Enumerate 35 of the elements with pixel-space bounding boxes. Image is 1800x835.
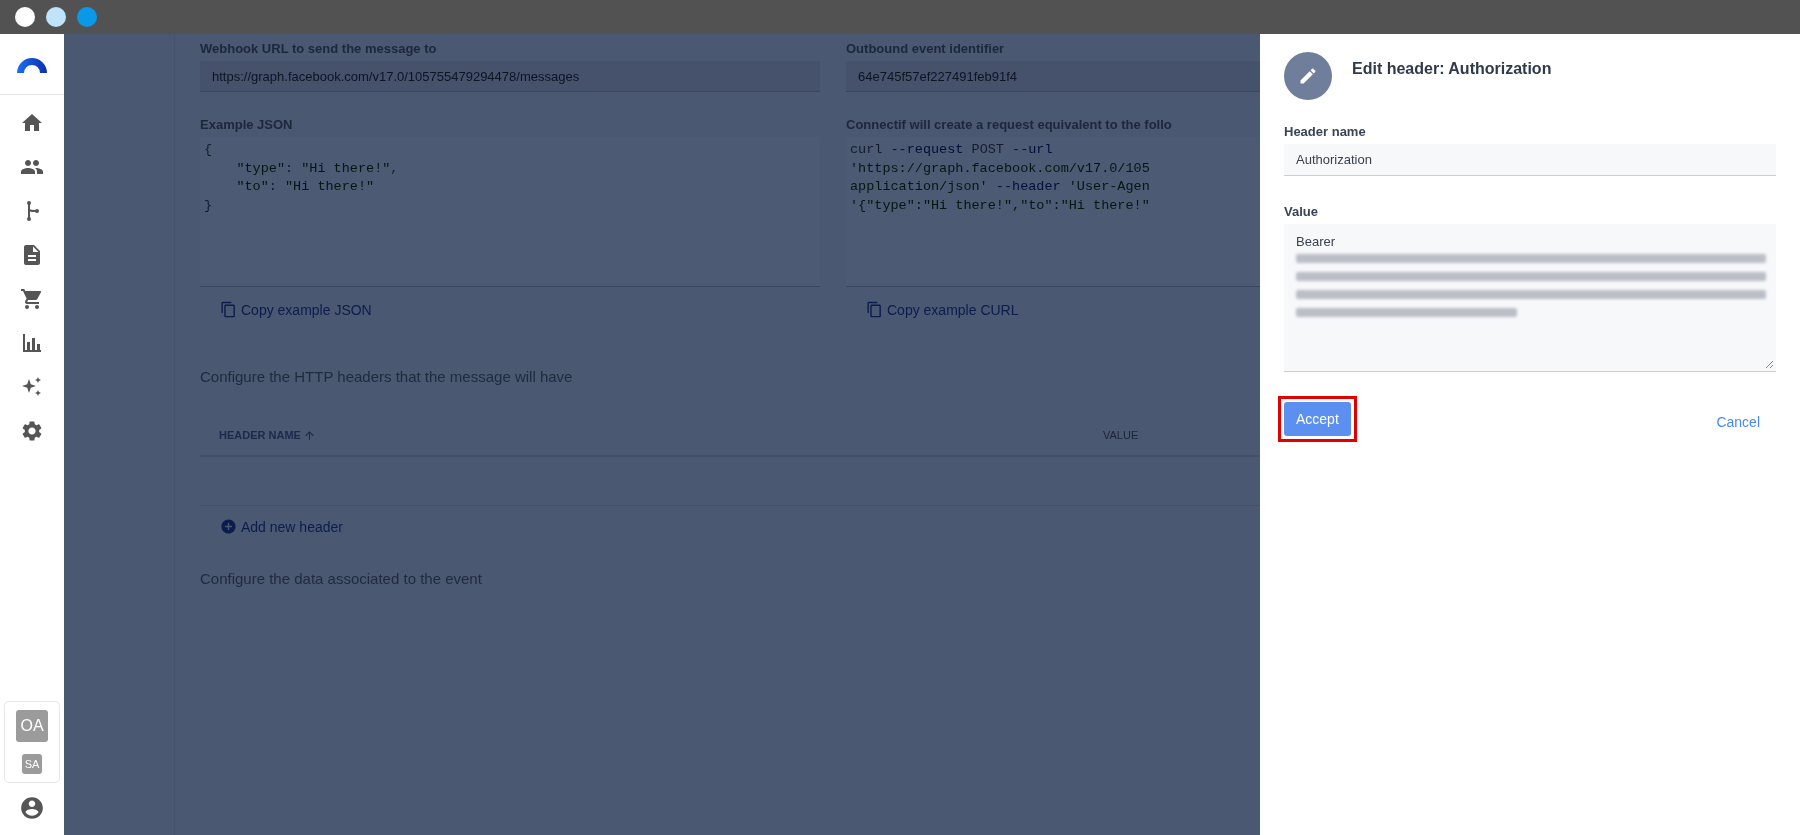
cart-icon[interactable] <box>20 287 44 311</box>
arc-logo-icon[interactable] <box>16 55 48 73</box>
account-avatar[interactable]: SA <box>22 754 42 774</box>
panel-title: Edit header: Authorization <box>1352 60 1552 78</box>
bar-chart-icon[interactable] <box>20 331 44 355</box>
identifier-field[interactable]: 64e745f57ef227491feb91f4 <box>846 61 1260 92</box>
code-line: } <box>204 196 213 215</box>
code-line: '{"type":"Hi there!","to":"Hi there!" <box>850 196 1150 215</box>
minimize-window-dot[interactable] <box>46 7 66 27</box>
add-header-button[interactable]: Add new header <box>220 518 343 535</box>
maximize-window-dot[interactable] <box>77 7 97 27</box>
field-label: Value <box>1284 204 1319 221</box>
copy-curl-button[interactable]: Copy example CURL <box>866 301 1019 318</box>
url-field[interactable]: https://graph.facebook.com/v17.0/105755479294478/messages <box>200 61 820 92</box>
sort-arrow-icon <box>302 428 316 442</box>
copy-icon <box>220 301 237 318</box>
copy-icon <box>866 301 883 318</box>
field-label: Header name <box>1284 124 1367 141</box>
copy-json-button[interactable]: Copy example JSON <box>220 301 372 318</box>
account-avatar[interactable]: OA <box>16 710 48 742</box>
code-line: curl --request POST --url <box>850 141 1053 159</box>
cancel-button[interactable]: Cancel <box>1710 413 1766 431</box>
code-line: application/json' --header 'User-Agen <box>850 178 1150 196</box>
settings-icon[interactable] <box>20 419 44 443</box>
code-line: "to": "Hi there!" <box>235 178 375 196</box>
code-line: { <box>204 141 213 159</box>
code-line: 'https://graph.facebook.com/v17.0/105 <box>850 159 1150 178</box>
header-name-field[interactable]: Authorization <box>1284 144 1776 176</box>
resize-grip-icon[interactable] <box>1765 360 1774 369</box>
pencil-icon <box>1298 66 1318 86</box>
code-line: "type": "Hi there!", <box>235 159 399 178</box>
value-field[interactable]: Bearer <box>1284 224 1776 372</box>
accept-button[interactable]: Accept <box>1284 402 1351 436</box>
account-icon[interactable] <box>19 795 45 821</box>
close-window-dot[interactable] <box>15 7 35 27</box>
